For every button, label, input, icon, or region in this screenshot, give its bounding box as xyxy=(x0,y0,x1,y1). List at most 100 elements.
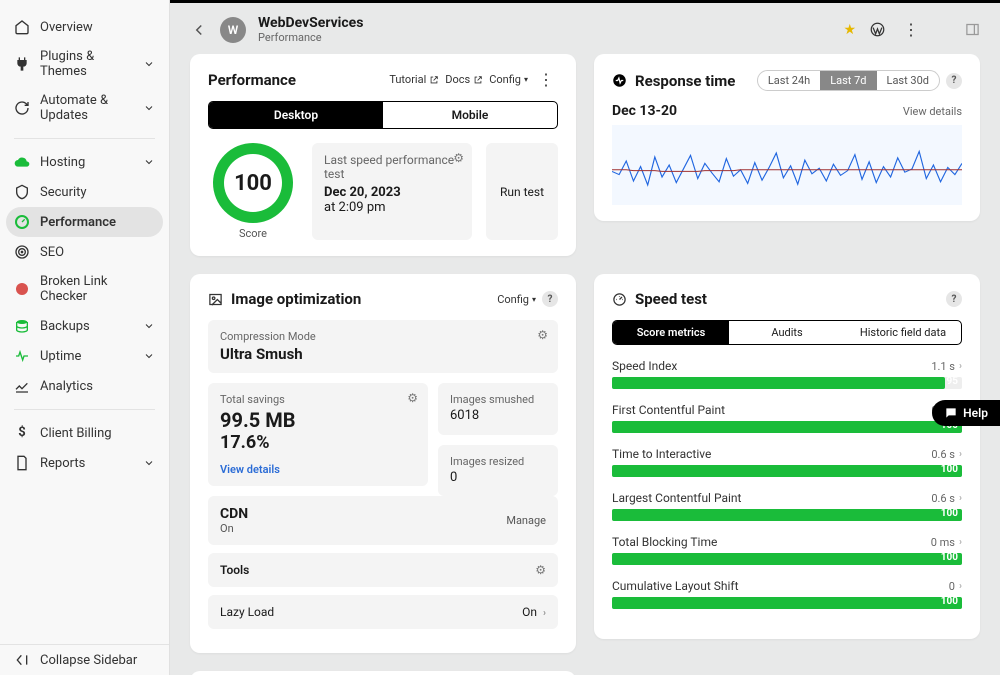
sidebar-item-reports[interactable]: Reports xyxy=(0,448,169,478)
sidebar-label: Broken Link Checker xyxy=(40,274,155,304)
response-time-chart xyxy=(612,125,962,205)
separator xyxy=(14,409,155,410)
chevron-right-icon: › xyxy=(959,449,962,460)
tutorial-link[interactable]: Tutorial xyxy=(389,73,439,86)
chevron-right-icon: › xyxy=(543,608,546,619)
sidebar-collapse[interactable]: Collapse Sidebar xyxy=(0,644,169,675)
help-icon[interactable]: ? xyxy=(542,291,558,307)
sidebar-item-seo[interactable]: SEO xyxy=(0,237,169,267)
device-tabs: Desktop Mobile xyxy=(208,101,558,129)
sidebar-item-uptime[interactable]: Uptime xyxy=(0,341,169,371)
range-7d[interactable]: Last 7d xyxy=(820,71,876,90)
cdn-manage-link[interactable]: Manage xyxy=(506,514,546,527)
sidebar-item-billing[interactable]: $ Client Billing xyxy=(0,418,169,448)
metric-time: 0.6 s › xyxy=(931,491,962,505)
help-icon[interactable]: ? xyxy=(946,73,962,89)
sidebar-label: Overview xyxy=(40,20,93,35)
metric-name: Time to Interactive xyxy=(612,447,711,461)
kebab-menu-icon[interactable]: ⋮ xyxy=(534,70,558,89)
star-icon[interactable]: ★ xyxy=(843,22,856,38)
tab-desktop[interactable]: Desktop xyxy=(209,102,383,128)
gear-icon[interactable]: ⚙ xyxy=(453,151,464,165)
tab-mobile[interactable]: Mobile xyxy=(383,102,557,128)
gear-icon[interactable]: ⚙ xyxy=(535,563,546,577)
sidebar-item-automate[interactable]: Automate & Updates xyxy=(0,86,169,130)
metric-name: Total Blocking Time xyxy=(612,535,717,549)
score-gauge: 100 xyxy=(213,143,293,223)
tab-score-metrics[interactable]: Score metrics xyxy=(613,321,729,344)
metric-row[interactable]: Speed Index 1.1 s › 95 xyxy=(612,359,962,389)
speed-test-card: Speed test ? Score metrics Audits Histor… xyxy=(594,274,980,639)
view-details-link[interactable]: View details xyxy=(220,463,280,476)
docs-link[interactable]: Docs xyxy=(445,73,483,86)
gauge-icon xyxy=(14,214,30,230)
site-avatar: W xyxy=(220,17,246,43)
tools-row[interactable]: Tools ⚙ xyxy=(208,553,558,587)
chevron-down-icon xyxy=(143,58,155,70)
metrics-list: Speed Index 1.1 s › 95 First Contentful … xyxy=(612,359,962,609)
gear-icon[interactable]: ⚙ xyxy=(407,391,418,405)
sidebar-label: Hosting xyxy=(40,155,85,170)
back-arrow-icon[interactable] xyxy=(190,21,208,39)
cdn-row[interactable]: CDN On Manage xyxy=(208,496,558,545)
chevron-down-icon xyxy=(143,457,155,469)
config-dropdown[interactable]: Config ▾ xyxy=(497,293,536,306)
chevron-right-icon: › xyxy=(959,537,962,548)
metric-score: 100 xyxy=(941,464,958,475)
run-test-button[interactable]: Run test xyxy=(486,143,558,240)
metric-row[interactable]: First Contentful Paint 0.5 s › 100 xyxy=(612,403,962,433)
image-optimization-card: Image optimization Config ▾ ? ⚙ Compress… xyxy=(190,274,576,653)
last-test-info: ⚙ Last speed performance test Dec 20, 20… xyxy=(312,143,472,240)
lazy-load-row[interactable]: Lazy Load On› xyxy=(208,595,558,629)
help-icon[interactable]: ? xyxy=(946,291,962,307)
metric-time: 0 › xyxy=(949,579,962,593)
wordpress-icon[interactable] xyxy=(870,22,885,37)
sidebar-item-performance[interactable]: Performance xyxy=(6,207,163,237)
images-resized-card: Images resized 0 xyxy=(438,445,558,497)
metric-name: Speed Index xyxy=(612,359,677,373)
help-fab[interactable]: Help xyxy=(932,400,1000,426)
smushed-value: 6018 xyxy=(450,408,546,423)
link-broken-icon xyxy=(14,281,30,297)
metric-score: 100 xyxy=(941,596,958,607)
date-range: Dec 13-20 xyxy=(612,103,677,119)
config-dropdown[interactable]: Config ▾ xyxy=(489,73,528,86)
chevron-right-icon: › xyxy=(959,581,962,592)
metric-row[interactable]: Time to Interactive 0.6 s › 100 xyxy=(612,447,962,477)
sidebar-item-analytics[interactable]: Analytics xyxy=(0,371,169,401)
sidebar-item-security[interactable]: Security xyxy=(0,177,169,207)
view-details-link[interactable]: View details xyxy=(903,105,962,118)
metric-row[interactable]: Total Blocking Time 0 ms › 100 xyxy=(612,535,962,565)
sidebar-item-overview[interactable]: Overview xyxy=(0,12,169,42)
metric-bar: 95 xyxy=(612,377,962,389)
gear-icon[interactable]: ⚙ xyxy=(537,328,548,342)
last-test-date: Dec 20, 2023 xyxy=(324,185,460,200)
range-30d[interactable]: Last 30d xyxy=(877,71,939,90)
metric-name: Cumulative Layout Shift xyxy=(612,579,739,593)
separator xyxy=(14,138,155,139)
kebab-menu-icon[interactable]: ⋮ xyxy=(899,20,923,39)
sidebar-label: SEO xyxy=(40,245,64,260)
last-test-label: Last speed performance test xyxy=(324,153,460,181)
metric-bar: 100 xyxy=(612,509,962,521)
sidebar-item-backups[interactable]: Backups xyxy=(0,311,169,341)
cloud-icon xyxy=(14,154,30,170)
metric-name: Largest Contentful Paint xyxy=(612,491,741,505)
panel-icon[interactable] xyxy=(965,22,980,37)
smushed-label: Images smushed xyxy=(450,393,546,406)
performance-card: Performance Tutorial Docs Config ▾ ⋮ Des… xyxy=(190,54,576,256)
tab-audits[interactable]: Audits xyxy=(729,321,845,344)
sidebar-label: Plugins & Themes xyxy=(40,49,133,79)
sidebar-item-plugins[interactable]: Plugins & Themes xyxy=(0,42,169,86)
site-title: WebDevServices xyxy=(258,15,363,31)
sidebar-item-blc[interactable]: Broken Link Checker xyxy=(0,267,169,311)
metric-row[interactable]: Cumulative Layout Shift 0 › 100 xyxy=(612,579,962,609)
compression-mode-card: ⚙ Compression Mode Ultra Smush xyxy=(208,320,558,373)
card-title: Performance xyxy=(208,71,296,89)
metric-row[interactable]: Largest Contentful Paint 0.6 s › 100 xyxy=(612,491,962,521)
sidebar-item-hosting[interactable]: Hosting xyxy=(0,147,169,177)
range-24h[interactable]: Last 24h xyxy=(758,71,820,90)
cdn-title: CDN xyxy=(220,506,248,522)
score-value: 100 xyxy=(234,171,272,196)
tab-historic[interactable]: Historic field data xyxy=(845,321,961,344)
